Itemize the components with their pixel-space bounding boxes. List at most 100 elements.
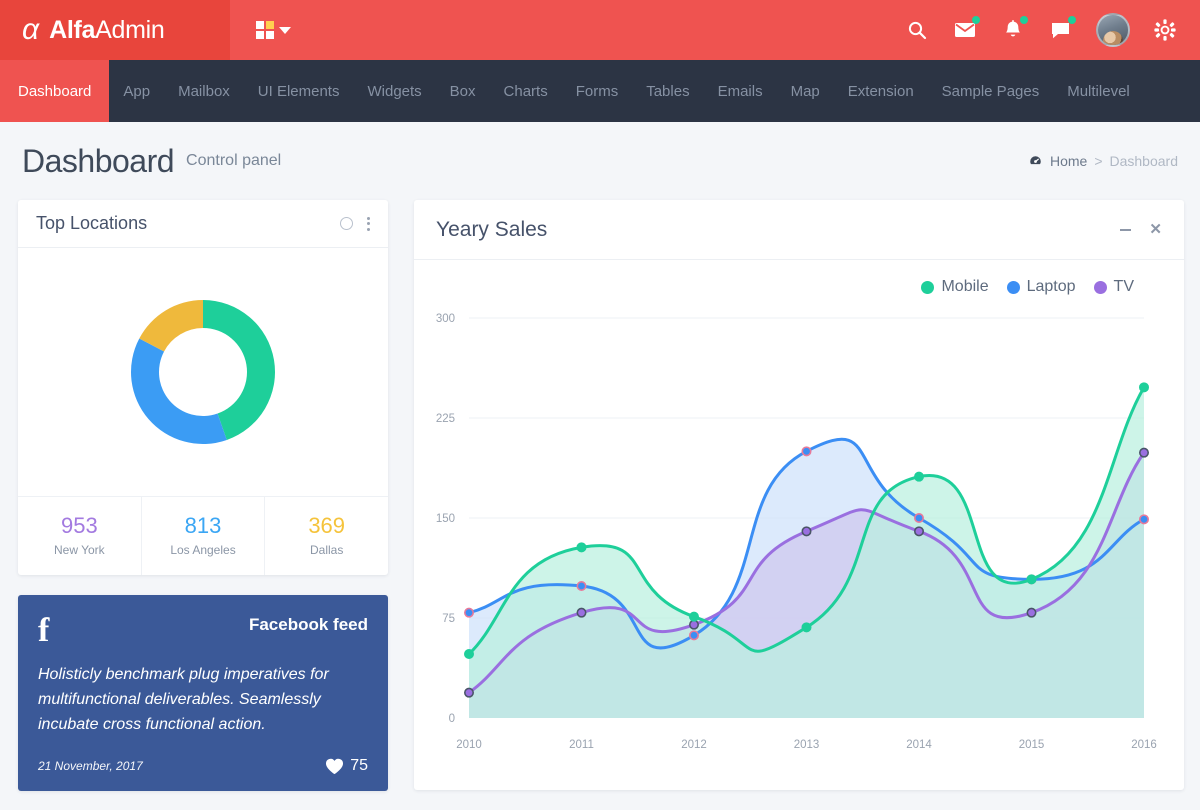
nav-item-label: Forms — [576, 83, 619, 100]
x-axis-tick: 2010 — [456, 739, 482, 751]
data-point-tv-2011[interactable] — [577, 608, 585, 616]
facebook-feed-title: Facebook feed — [249, 615, 368, 635]
grid-icon — [256, 21, 274, 39]
x-axis-tick: 2015 — [1019, 739, 1045, 751]
nav-item-label: Box — [450, 83, 476, 100]
data-point-mobile-2013[interactable] — [802, 623, 810, 631]
nav-item-charts[interactable]: Charts — [490, 60, 562, 122]
nav-item-box[interactable]: Box — [436, 60, 490, 122]
nav-item-ui-elements[interactable]: UI Elements — [244, 60, 354, 122]
nav-item-label: App — [123, 83, 150, 100]
page-subtitle: Control panel — [186, 152, 281, 170]
nav-item-multilevel[interactable]: Multilevel — [1053, 60, 1144, 122]
legend-item-tv[interactable]: TV — [1094, 278, 1134, 296]
facebook-f-icon: f — [38, 615, 49, 647]
data-point-mobile-2015[interactable] — [1027, 575, 1035, 583]
yearly-sales-card: Yeary Sales ✕ MobileLaptopTV 07515022530… — [414, 200, 1184, 790]
alpha-logo-icon: α — [22, 15, 39, 45]
data-point-tv-2014[interactable] — [915, 527, 923, 535]
x-axis-tick: 2013 — [794, 739, 820, 751]
page-header: Dashboard Control panel Home > Dashboard — [0, 122, 1200, 200]
data-point-mobile-2016[interactable] — [1140, 383, 1148, 391]
data-point-tv-2016[interactable] — [1140, 448, 1148, 456]
facebook-like-count[interactable]: 75 — [325, 757, 368, 775]
location-stats: 953New York813Los Angeles369Dallas — [18, 496, 388, 575]
envelope-icon[interactable] — [952, 17, 978, 43]
data-point-tv-2015[interactable] — [1027, 608, 1035, 616]
nav-item-label: Map — [791, 83, 820, 100]
y-axis-tick: 75 — [442, 613, 455, 625]
legend-swatch — [1007, 281, 1020, 294]
dashboard-gauge-icon — [1028, 154, 1043, 169]
envelope-badge — [972, 16, 980, 24]
data-point-laptop-2011[interactable] — [577, 582, 585, 590]
nav-item-extension[interactable]: Extension — [834, 60, 928, 122]
nav-item-label: Dashboard — [18, 83, 91, 100]
brand-logo[interactable]: α AlfaAdmin — [0, 0, 230, 60]
nav-item-label: UI Elements — [258, 83, 340, 100]
data-point-tv-2013[interactable] — [802, 527, 810, 535]
top-bar-spacer — [291, 0, 904, 60]
data-point-laptop-2014[interactable] — [915, 514, 923, 522]
heart-icon — [325, 758, 344, 775]
legend-swatch — [1094, 281, 1107, 294]
data-point-tv-2010[interactable] — [465, 688, 473, 696]
stat-los-angeles: 813Los Angeles — [141, 497, 265, 575]
donut-segment-los-angeles[interactable] — [131, 338, 227, 444]
gear-icon[interactable] — [1152, 17, 1178, 43]
data-point-laptop-2013[interactable] — [802, 447, 810, 455]
search-icon[interactable] — [904, 17, 930, 43]
avatar[interactable] — [1096, 13, 1130, 47]
chat-icon[interactable] — [1048, 17, 1074, 43]
data-point-laptop-2016[interactable] — [1140, 515, 1148, 523]
nav-item-sample-pages[interactable]: Sample Pages — [928, 60, 1054, 122]
nav-item-label: Emails — [718, 83, 763, 100]
stat-dallas: 369Dallas — [264, 497, 388, 575]
data-point-laptop-2010[interactable] — [465, 608, 473, 616]
legend-label: Laptop — [1027, 278, 1076, 296]
page-title: Dashboard — [22, 143, 174, 180]
chart-legend: Mobile Laptop TV — [414, 270, 1184, 296]
data-point-mobile-2014[interactable] — [915, 472, 923, 480]
data-point-tv-2012[interactable] — [690, 620, 698, 628]
breadcrumb: Home > Dashboard — [1028, 153, 1178, 169]
minimize-icon[interactable] — [1120, 229, 1131, 231]
nav-item-emails[interactable]: Emails — [704, 60, 777, 122]
nav-item-tables[interactable]: Tables — [632, 60, 703, 122]
data-point-mobile-2011[interactable] — [577, 543, 585, 551]
x-axis-tick: 2012 — [681, 739, 707, 751]
main-navigation: Dashboard App Mailbox UI Elements Widgets Box… — [0, 60, 1200, 122]
legend-item-laptop[interactable]: Laptop — [1007, 278, 1076, 296]
nav-item-label: Tables — [646, 83, 689, 100]
sales-area-chart-svg: 0751502253002010201120122013201420152016 — [414, 296, 1184, 766]
facebook-feed-card: f Facebook feed Holisticly benchmark plu… — [18, 595, 388, 791]
legend-label: TV — [1114, 278, 1134, 296]
top-locations-card: Top Locations 953New York813Los Angeles3… — [18, 200, 388, 575]
donut-chart — [18, 248, 388, 496]
facebook-feed-header: f Facebook feed — [38, 615, 368, 647]
yearly-sales-header: Yeary Sales ✕ — [414, 200, 1184, 260]
breadcrumb-home[interactable]: Home — [1050, 153, 1087, 169]
close-icon[interactable]: ✕ — [1149, 222, 1162, 237]
grid-layout-toggle[interactable] — [256, 21, 291, 39]
data-point-laptop-2012[interactable] — [690, 631, 698, 639]
nav-item-mailbox[interactable]: Mailbox — [164, 60, 244, 122]
y-axis-tick: 0 — [449, 713, 455, 725]
refresh-circle-icon[interactable] — [340, 217, 353, 230]
yearly-sales-chart: MobileLaptopTV 0751502253002010201120122… — [414, 260, 1184, 790]
breadcrumb-current: Dashboard — [1110, 153, 1179, 169]
data-point-mobile-2010[interactable] — [465, 650, 473, 658]
nav-item-map[interactable]: Map — [777, 60, 834, 122]
nav-item-dashboard[interactable]: Dashboard — [0, 60, 109, 122]
nav-item-label: Widgets — [367, 83, 421, 100]
nav-item-forms[interactable]: Forms — [562, 60, 633, 122]
nav-item-widgets[interactable]: Widgets — [353, 60, 435, 122]
more-options-icon[interactable] — [367, 217, 370, 231]
top-bar-left — [230, 0, 291, 60]
nav-item-app[interactable]: App — [109, 60, 164, 122]
data-point-mobile-2012[interactable] — [690, 612, 698, 620]
bell-icon[interactable] — [1000, 17, 1026, 43]
breadcrumb-separator: > — [1094, 153, 1102, 169]
legend-item-mobile[interactable]: Mobile — [921, 278, 988, 296]
bell-badge — [1020, 16, 1028, 24]
